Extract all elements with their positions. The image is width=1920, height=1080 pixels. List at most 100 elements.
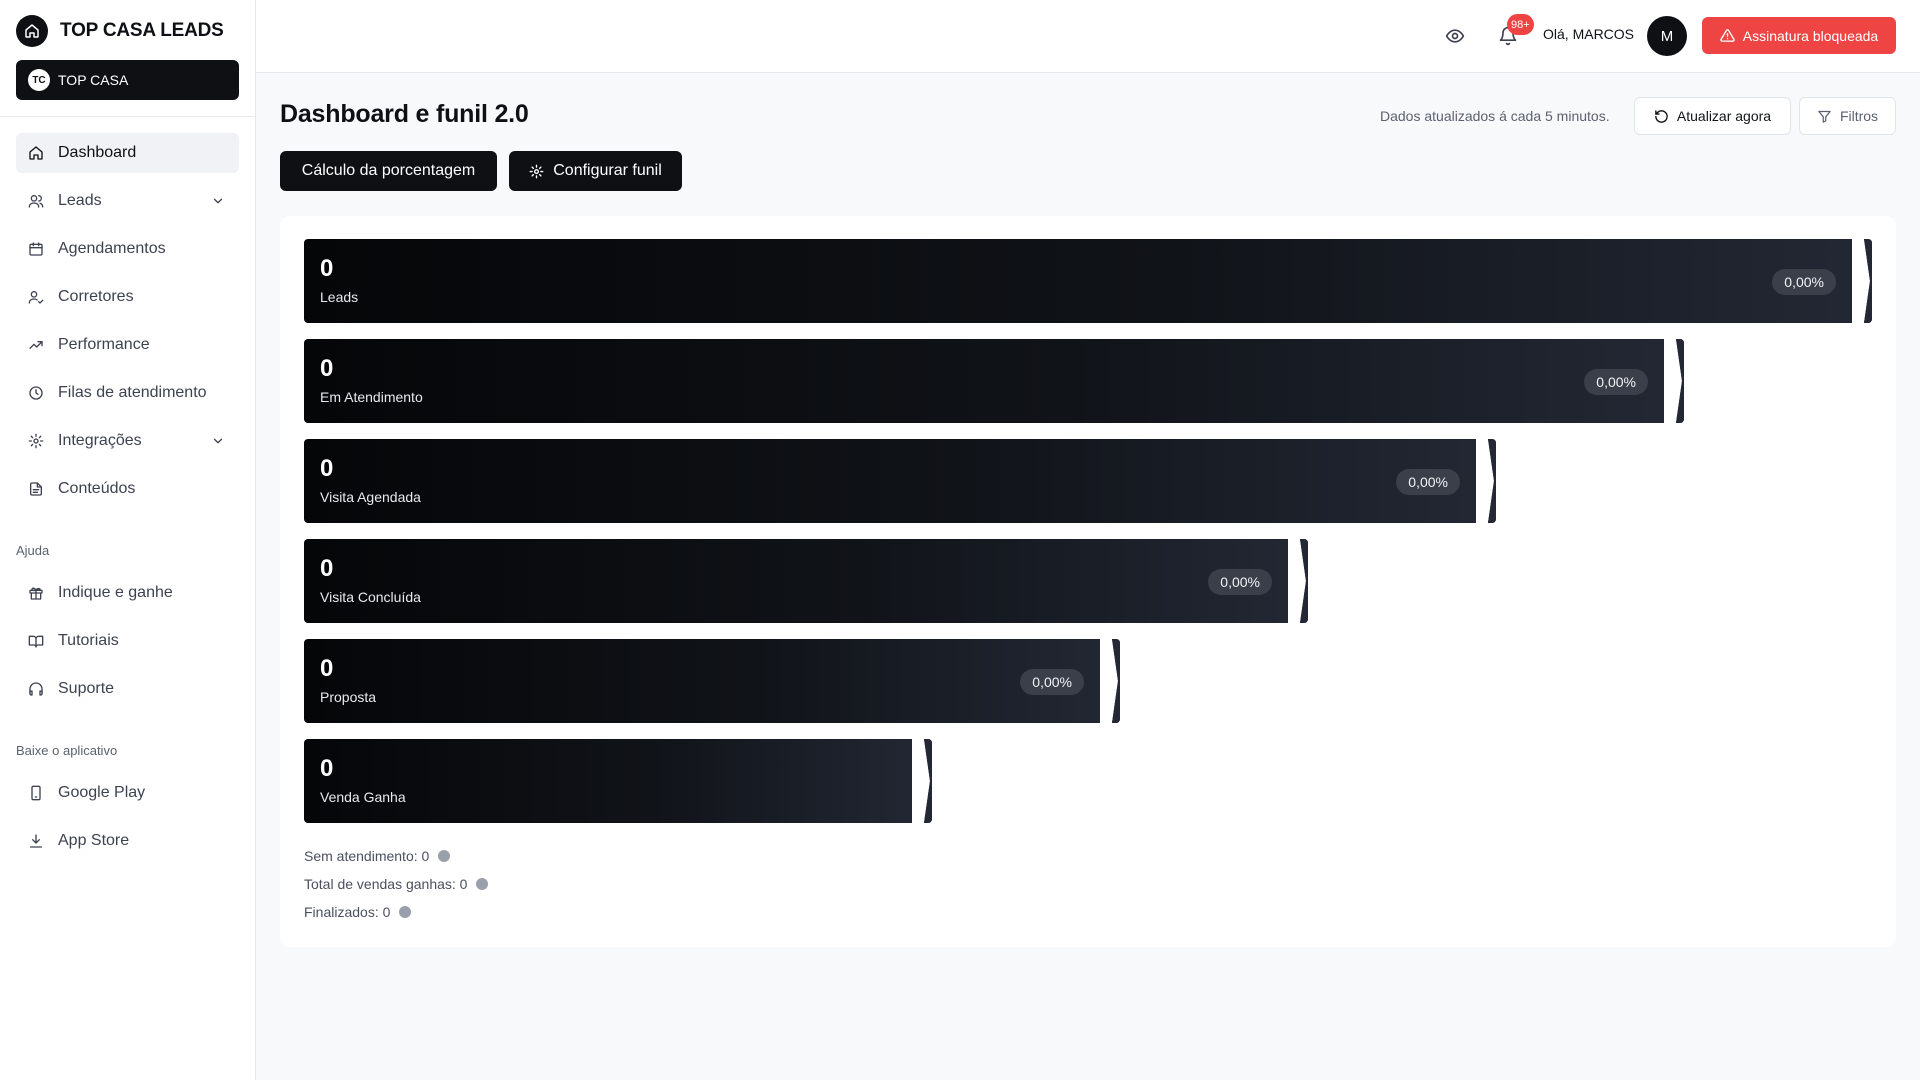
home-logo-icon [16, 15, 48, 47]
sidebar-item-label: Google Play [58, 784, 146, 801]
sidebar-item-label: Tutoriais [58, 632, 119, 649]
sidebar-item-google-play[interactable]: Google Play [16, 773, 239, 813]
stage-label: Leads [320, 289, 359, 305]
funnel-stage-proposta: 0 Proposta 0,00% [304, 639, 1120, 723]
sidebar-item-label: Integrações [58, 432, 142, 449]
stage-label: Visita Agendada [320, 489, 421, 505]
sidebar-item-conteudos[interactable]: Conteúdos [16, 469, 239, 509]
sidebar-item-integracoes[interactable]: Integrações [16, 421, 239, 461]
filters-label: Filtros [1839, 108, 1879, 124]
sidebar-item-suporte[interactable]: Suporte [16, 669, 239, 709]
stage-percent: 0,00% [1396, 469, 1460, 495]
sidebar-item-label: Indique e ganhe [58, 584, 173, 601]
sidebar-item-dashboard[interactable]: Dashboard [16, 133, 239, 173]
funnel-notch-icon [1852, 239, 1872, 323]
download-icon [28, 833, 44, 849]
subscription-blocked-button[interactable]: Assinatura bloqueada [1702, 17, 1896, 54]
funnel-notch-icon [912, 739, 932, 823]
sidebar-item-label: Performance [58, 336, 150, 353]
stage-percent: 0,00% [1772, 269, 1836, 295]
app-title: TOP CASA LEADS [60, 20, 224, 41]
avatar[interactable]: M [1647, 16, 1687, 56]
status-dot [438, 850, 451, 862]
sidebar-item-tutoriais[interactable]: Tutoriais [16, 621, 239, 661]
gift-icon [28, 585, 44, 601]
funnel-stage-visita-concluida: 0 Visita Concluída 0,00% [304, 539, 1308, 623]
sidebar-item-label: Suporte [58, 680, 115, 697]
refresh-now-label: Atualizar agora [1676, 108, 1772, 124]
funnel-stage-leads: 0 Leads 0,00% [304, 239, 1872, 323]
gear-icon [529, 164, 544, 178]
organization-switcher[interactable]: TC TOP CASA [16, 60, 239, 100]
users-icon [28, 193, 44, 209]
stage-percent: 0,00% [1020, 669, 1084, 695]
funnel-panel: 0 Leads 0,00% 0 Em Atendimento 0,00% 0 V… [280, 216, 1896, 947]
update-frequency-note: Dados atualizados á cada 5 minutos. [1380, 108, 1610, 124]
page-title: Dashboard e funil 2.0 [280, 100, 529, 128]
funnel-notch-icon [1476, 439, 1496, 523]
configure-funnel-label: Configurar funil [553, 162, 662, 179]
sidebar-section-download-app: Baixe o aplicativo [16, 743, 118, 758]
trending-up-icon [28, 337, 44, 353]
smartphone-icon [28, 785, 44, 801]
top-bar: 98+ Olá, MARCOS M Assinatura bloqueada [256, 0, 1920, 73]
refresh-now-button[interactable]: Atualizar agora [1634, 97, 1791, 135]
funnel-notch-icon [1288, 539, 1308, 623]
percentage-calculation-button[interactable]: Cálculo da porcentagem [280, 151, 497, 191]
eye-icon[interactable] [1443, 24, 1467, 48]
org-avatar: TC [28, 69, 50, 91]
status-dot [399, 906, 412, 918]
brand[interactable]: TOP CASA LEADS [16, 15, 224, 47]
stage-percent: 0,00% [1208, 569, 1272, 595]
sidebar-item-label: Leads [58, 192, 102, 209]
funnel-notch-icon [1100, 639, 1120, 723]
funnel-notch-icon [1664, 339, 1684, 423]
sidebar-item-label: App Store [58, 832, 130, 849]
stage-label: Proposta [320, 689, 377, 705]
stage-value: 0 [320, 355, 334, 382]
summary-total-sales-won: Total de vendas ganhas: 0 [304, 876, 489, 892]
clock-icon [28, 385, 44, 401]
stage-label: Visita Concluída [320, 589, 421, 605]
headphones-icon [28, 681, 44, 697]
sidebar-item-filas-de-atendimento[interactable]: Filas de atendimento [16, 373, 239, 413]
funnel-stage-visita-agendada: 0 Visita Agendada 0,00% [304, 439, 1496, 523]
filter-icon [1818, 110, 1831, 123]
configure-funnel-button[interactable]: Configurar funil [509, 151, 682, 191]
sidebar-item-agendamentos[interactable]: Agendamentos [16, 229, 239, 269]
stage-value: 0 [320, 255, 334, 282]
summary-text: Sem atendimento: 0 [304, 848, 430, 864]
stage-label: Em Atendimento [320, 389, 423, 405]
sidebar-divider [0, 116, 256, 117]
user-check-icon [28, 289, 44, 305]
notification-badge: 98+ [1507, 14, 1534, 35]
summary-no-service: Sem atendimento: 0 [304, 848, 451, 864]
home-icon [28, 145, 44, 161]
sidebar-item-label: Filas de atendimento [58, 384, 207, 401]
stage-percent: 0,00% [1584, 369, 1648, 395]
user-greeting: Olá, MARCOS [1543, 26, 1635, 42]
sidebar-item-label: Dashboard [58, 144, 137, 161]
funnel-stage-venda-ganha: 0 Venda Ganha [304, 739, 932, 823]
sidebar-item-app-store[interactable]: App Store [16, 821, 239, 861]
summary-text: Finalizados: 0 [304, 904, 391, 920]
refresh-icon [1655, 109, 1668, 123]
sidebar-item-indique-e-ganhe[interactable]: Indique e ganhe [16, 573, 239, 613]
subscription-label: Assinatura bloqueada [1742, 27, 1879, 44]
stage-value: 0 [320, 655, 334, 682]
summary-finalized: Finalizados: 0 [304, 904, 412, 920]
calendar-icon [28, 241, 44, 257]
chevron-down-icon[interactable] [211, 434, 225, 448]
chevron-down-icon[interactable] [211, 194, 225, 208]
stage-label: Venda Ganha [320, 789, 406, 805]
sidebar: TOP CASA LEADS TC TOP CASA Dashboard Lea… [0, 0, 256, 1080]
summary-text: Total de vendas ganhas: 0 [304, 876, 468, 892]
sidebar-item-leads[interactable]: Leads [16, 181, 239, 221]
sidebar-section-help: Ajuda [16, 543, 50, 558]
filters-button[interactable]: Filtros [1799, 97, 1896, 135]
status-dot [476, 878, 489, 890]
sidebar-item-label: Corretores [58, 288, 134, 305]
sidebar-item-performance[interactable]: Performance [16, 325, 239, 365]
alert-triangle-icon [1720, 29, 1735, 42]
sidebar-item-corretores[interactable]: Corretores [16, 277, 239, 317]
